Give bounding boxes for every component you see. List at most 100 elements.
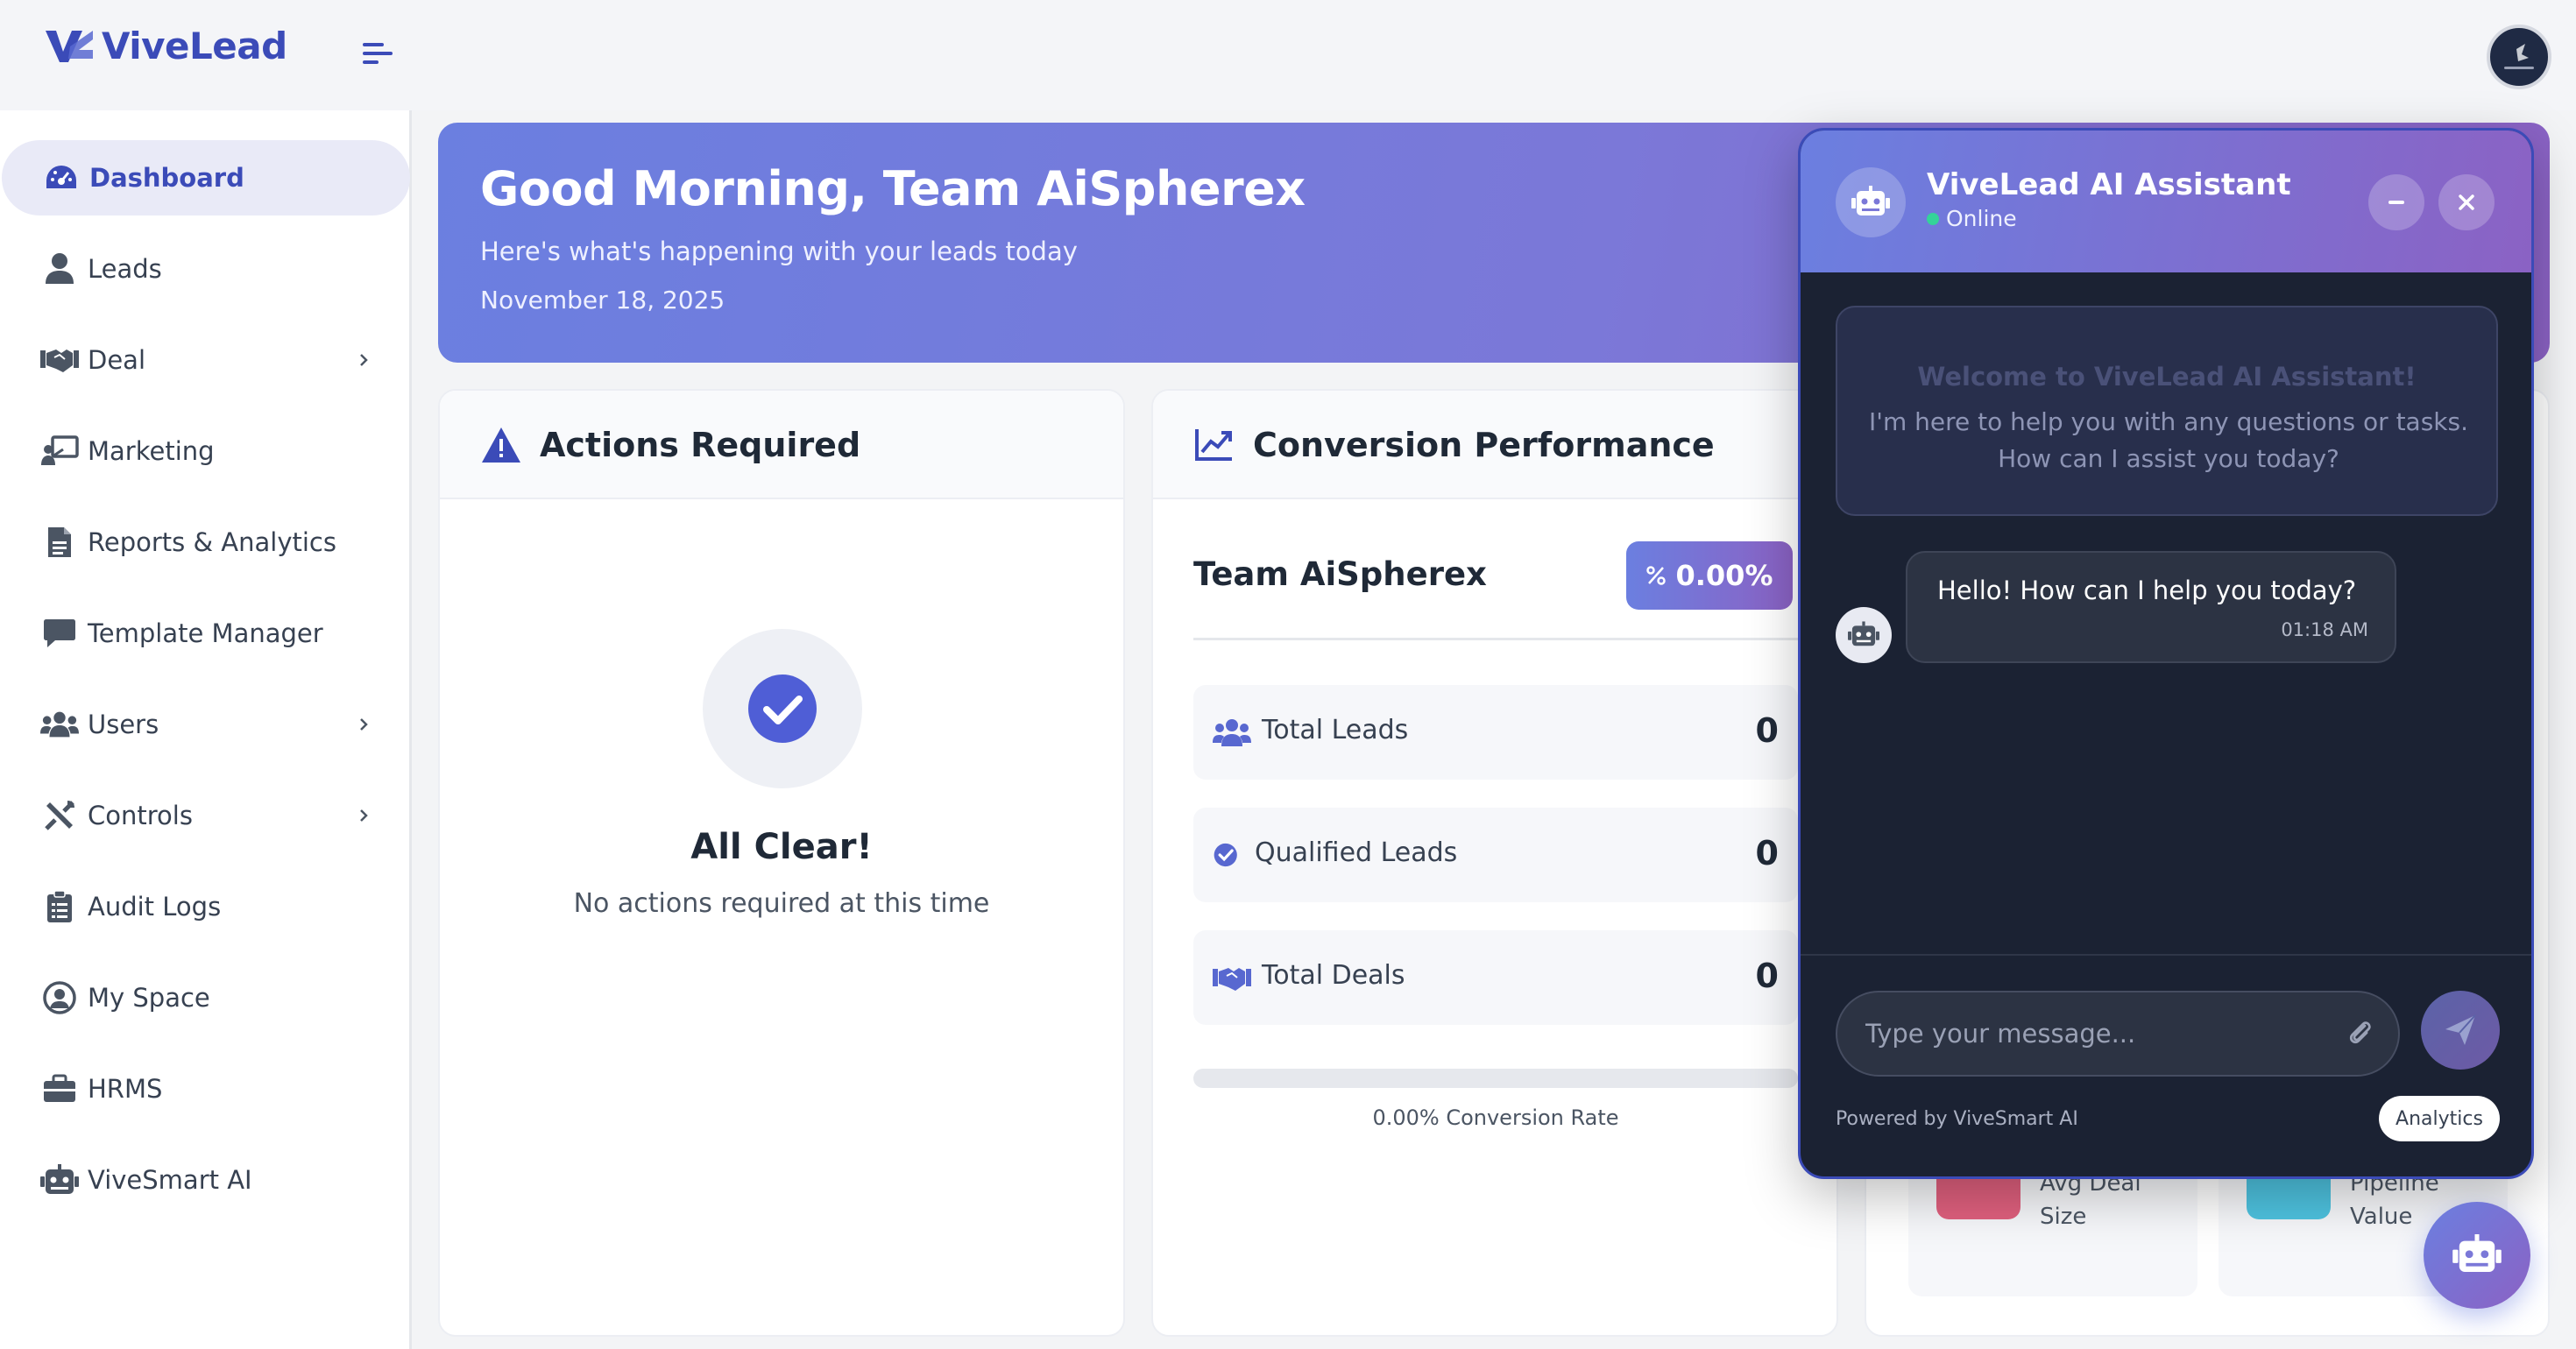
sidebar-item-controls[interactable]: Controls bbox=[0, 778, 412, 853]
all-clear-badge bbox=[703, 629, 862, 788]
status-dot-icon bbox=[1927, 212, 1939, 225]
robot-icon bbox=[40, 1161, 79, 1199]
check-circle-icon bbox=[1214, 843, 1237, 867]
powered-by-text: Powered by ViveSmart AI bbox=[1836, 1108, 2078, 1130]
team-name: Team AiSpherex bbox=[1193, 555, 1487, 593]
message-avatar bbox=[1836, 607, 1892, 663]
presentation-icon bbox=[40, 432, 79, 470]
stat-label: Total Leads bbox=[1262, 715, 1409, 745]
actions-required-card: Actions Required All Clear! No actions r… bbox=[438, 389, 1125, 1337]
message-timestamp: 01:18 AM bbox=[2281, 619, 2368, 640]
file-chart-icon bbox=[40, 523, 79, 561]
conversion-performance-card: Conversion Performance Team AiSpherex 0.… bbox=[1151, 389, 1838, 1337]
check-circle-icon bbox=[748, 674, 817, 743]
message-text: Hello! How can I help you today? bbox=[1937, 576, 2357, 605]
message-input[interactable] bbox=[1865, 992, 2321, 1075]
card-header: Conversion Performance bbox=[1153, 391, 1836, 499]
send-icon bbox=[2445, 1014, 2476, 1045]
sidebar-item-label: Template Manager bbox=[88, 618, 323, 648]
send-button[interactable] bbox=[2421, 991, 2500, 1070]
brand-name: ViveLead bbox=[102, 25, 287, 67]
card-title: Conversion Performance bbox=[1253, 426, 1715, 464]
app-logo[interactable]: ViveLead bbox=[44, 25, 287, 67]
conversion-rate-badge: 0.00% bbox=[1626, 541, 1793, 610]
conversion-progress-bar bbox=[1193, 1069, 1798, 1088]
stat-qualified-leads: Qualified Leads 0 bbox=[1193, 808, 1798, 902]
users-icon bbox=[1213, 719, 1251, 746]
conversion-rate-text: 0.00% Conversion Rate bbox=[1372, 1105, 1619, 1130]
sidebar-item-label: HRMS bbox=[88, 1074, 163, 1104]
vivelead-logo-icon bbox=[46, 30, 93, 62]
welcome-title: Welcome to ViveLead AI Assistant! bbox=[1917, 362, 2417, 392]
gauge-icon bbox=[42, 159, 81, 197]
sidebar-item-label: Marketing bbox=[88, 436, 215, 466]
sidebar-item-deal[interactable]: Deal bbox=[0, 322, 412, 398]
handshake-icon bbox=[1213, 968, 1251, 991]
assistant-message-bubble: Hello! How can I help you today? 01:18 A… bbox=[1906, 551, 2396, 663]
welcome-body: I'm here to help you with any questions … bbox=[1868, 407, 2469, 473]
sidebar-toggle-button[interactable] bbox=[361, 39, 396, 68]
sidebar-item-label: Leads bbox=[88, 254, 162, 284]
greeting-subtitle: Here's what's happening with your leads … bbox=[480, 237, 1078, 266]
sidebar-item-label: Deal bbox=[88, 345, 146, 375]
close-icon bbox=[2459, 194, 2474, 210]
sidebar-item-label: Audit Logs bbox=[88, 892, 222, 922]
sidebar-item-label: Users bbox=[88, 710, 159, 739]
stat-total-leads: Total Leads 0 bbox=[1193, 685, 1798, 780]
welcome-message: Welcome to ViveLead AI Assistant! I'm he… bbox=[1836, 306, 2498, 516]
sidebar-item-dashboard[interactable]: Dashboard bbox=[2, 140, 410, 215]
sidebar-item-my-space[interactable]: My Space bbox=[0, 960, 412, 1035]
sidebar-item-template-manager[interactable]: Template Manager bbox=[0, 596, 412, 671]
analytics-button[interactable]: Analytics bbox=[2379, 1096, 2500, 1141]
sidebar-item-label: Reports & Analytics bbox=[88, 527, 336, 557]
user-icon bbox=[40, 250, 79, 288]
greeting-title: Good Morning, Team AiSpherex bbox=[480, 161, 1306, 216]
paperclip-icon[interactable] bbox=[2347, 1019, 2374, 1049]
sidebar-item-users[interactable]: Users bbox=[0, 687, 412, 762]
chevron-right-icon bbox=[360, 354, 368, 366]
sidebar-item-marketing[interactable]: Marketing bbox=[0, 413, 412, 489]
robot-icon bbox=[2452, 1234, 2502, 1272]
chat-launcher-button[interactable] bbox=[2424, 1202, 2530, 1309]
warning-icon bbox=[482, 427, 520, 463]
minus-icon bbox=[2388, 201, 2404, 204]
close-button[interactable] bbox=[2438, 174, 2495, 230]
message-icon bbox=[40, 614, 79, 653]
empty-state-title: All Clear! bbox=[690, 827, 873, 867]
empty-state-text: No actions required at this time bbox=[573, 888, 990, 919]
divider bbox=[1801, 954, 2531, 956]
message-input-wrapper bbox=[1836, 991, 2400, 1077]
menu-icon bbox=[363, 43, 393, 64]
sidebar-item-label: Dashboard bbox=[89, 163, 244, 193]
top-bar: ViveLead bbox=[0, 0, 2576, 110]
sidebar-item-label: ViveSmart AI bbox=[88, 1165, 252, 1195]
briefcase-icon bbox=[40, 1070, 79, 1108]
user-avatar[interactable] bbox=[2487, 25, 2551, 89]
sidebar-item-leads[interactable]: Leads bbox=[0, 231, 412, 307]
stat-value: 0 bbox=[1755, 957, 1779, 995]
sidebar-item-reports[interactable]: Reports & Analytics bbox=[0, 505, 412, 580]
clipboard-list-icon bbox=[40, 887, 79, 926]
status-text: Online bbox=[1946, 206, 2017, 231]
sidebar-item-label: Controls bbox=[88, 801, 193, 830]
stat-label: Qualified Leads bbox=[1255, 837, 1458, 868]
metric-avg-deal-size: Avg Deal Size bbox=[1908, 1167, 2197, 1296]
sidebar-item-audit-logs[interactable]: Audit Logs bbox=[0, 869, 412, 944]
stat-label: Total Deals bbox=[1262, 960, 1405, 991]
stat-value: 0 bbox=[1755, 834, 1779, 872]
minimize-button[interactable] bbox=[2368, 174, 2424, 230]
robot-icon bbox=[1848, 621, 1879, 646]
stat-value: 0 bbox=[1755, 711, 1779, 750]
card-title: Actions Required bbox=[540, 426, 861, 464]
robot-icon bbox=[1851, 186, 1890, 215]
chart-line-icon bbox=[1195, 429, 1232, 461]
sidebar-item-hrms[interactable]: HRMS bbox=[0, 1051, 412, 1127]
avatar-logo-icon bbox=[2504, 44, 2534, 69]
sidebar-item-vivesmart-ai[interactable]: ViveSmart AI bbox=[0, 1142, 412, 1218]
assistant-avatar bbox=[1836, 167, 1906, 237]
tools-icon bbox=[40, 796, 79, 835]
online-status: Online bbox=[1927, 206, 2017, 231]
divider bbox=[1193, 638, 1798, 640]
chevron-right-icon bbox=[360, 718, 368, 731]
chevron-right-icon bbox=[360, 809, 368, 822]
